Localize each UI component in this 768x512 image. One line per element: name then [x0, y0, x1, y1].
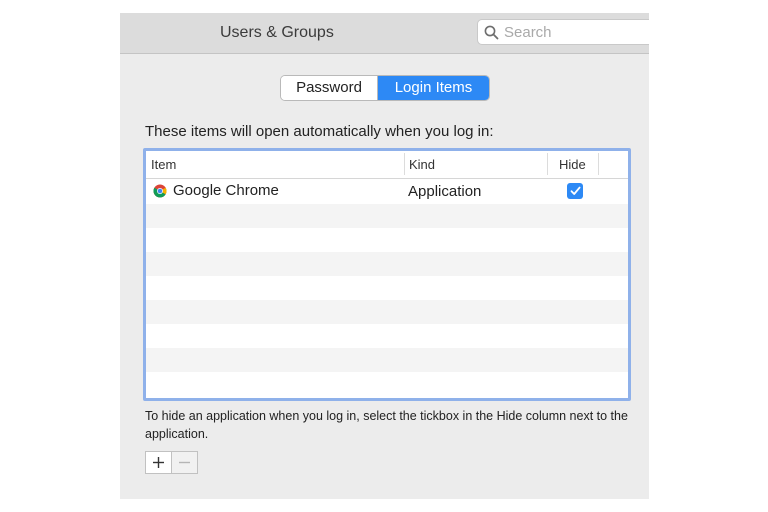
chrome-icon: [153, 184, 167, 198]
title-bar: Users & Groups: [120, 13, 649, 54]
remove-item-button[interactable]: [171, 452, 197, 473]
hide-checkbox[interactable]: [567, 183, 583, 199]
table-body: Google Chrome Application: [146, 180, 628, 396]
checkmark-icon: [570, 186, 580, 195]
column-divider: [547, 153, 548, 175]
help-text: To hide an application when you log in, …: [145, 409, 628, 441]
search-icon: [484, 25, 499, 40]
column-divider: [404, 153, 405, 175]
plus-icon: [152, 457, 164, 468]
item-cell: Google Chrome: [153, 182, 279, 199]
table-row-empty: [146, 300, 628, 324]
tab-login-items[interactable]: Login Items: [378, 76, 489, 100]
minus-icon: [178, 461, 190, 464]
table-row-empty: [146, 324, 628, 348]
table-row[interactable]: Google Chrome Application: [146, 180, 628, 204]
tab-bar: Password Login Items: [280, 75, 490, 101]
users-groups-window: Users & Groups Password Login Items Thes…: [120, 13, 649, 499]
login-items-description: These items will open automatically when…: [145, 123, 494, 140]
table-row-empty: [146, 276, 628, 300]
item-name: Google Chrome: [173, 182, 279, 199]
search-input[interactable]: [504, 22, 649, 42]
login-items-table[interactable]: Item Kind Hide Google Chrome Application: [143, 148, 631, 401]
table-row-empty: [146, 372, 628, 396]
add-remove-control: [145, 451, 198, 474]
add-item-button[interactable]: [146, 452, 172, 473]
table-row-empty: [146, 252, 628, 276]
table-row-empty: [146, 348, 628, 372]
column-header-kind[interactable]: Kind: [409, 157, 435, 172]
table-header: Item Kind Hide: [146, 151, 628, 179]
column-divider: [598, 153, 599, 175]
tab-password[interactable]: Password: [281, 76, 378, 100]
table-row-empty: [146, 228, 628, 252]
window-title: Users & Groups: [220, 24, 334, 41]
table-row-empty: [146, 204, 628, 228]
column-header-hide[interactable]: Hide: [559, 157, 586, 172]
search-field[interactable]: [477, 19, 649, 45]
item-kind: Application: [408, 183, 482, 200]
column-header-item[interactable]: Item: [151, 157, 176, 172]
